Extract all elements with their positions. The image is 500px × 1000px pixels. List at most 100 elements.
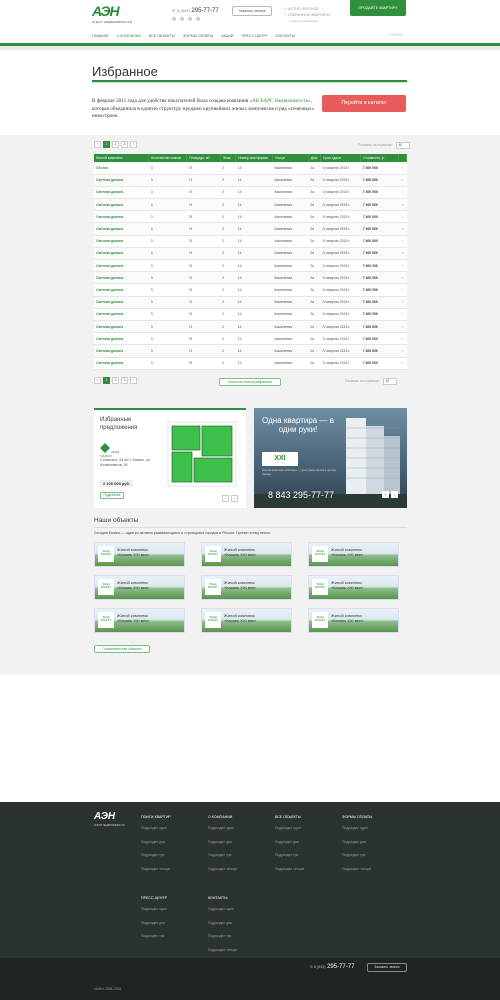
remove-favorite-button[interactable]: × [398, 222, 407, 236]
footer-call-button[interactable]: Заказать звонок [367, 963, 407, 972]
col-rooms[interactable]: Количество комнат [148, 154, 188, 162]
site-logo[interactable]: АЭН АГЕНТ НЕДВИЖИМОСТИ [92, 4, 134, 26]
cell-complex[interactable]: Светлая долина [94, 247, 149, 261]
featured-prev-button[interactable]: ‹ [222, 495, 229, 502]
cell-complex[interactable]: XXI век [94, 162, 149, 175]
remove-favorite-button[interactable]: × [398, 283, 407, 297]
cell-complex[interactable]: Светлая долина [94, 235, 149, 248]
footer-link[interactable]: Подраздел два [141, 921, 167, 935]
nav-item-contacts[interactable]: КОНТАКТЫ [276, 34, 295, 38]
col-house[interactable]: Дом [308, 154, 322, 162]
footer-link[interactable]: Подраздел два [342, 840, 372, 854]
remove-favorite-button[interactable]: × [398, 296, 407, 309]
remove-favorite-button[interactable]: × [398, 174, 407, 187]
pager-page-1[interactable]: 1 [103, 377, 110, 384]
nav-item-promos[interactable]: АКЦИИ [221, 34, 233, 38]
footer-link[interactable]: Подраздел два [208, 840, 237, 854]
clear-favorites-button[interactable]: Очистить список избранных [219, 378, 281, 386]
footer-column-title[interactable]: ПРЕСС-ЦЕНТР [141, 896, 167, 900]
cell-complex[interactable]: Светлая долина [94, 283, 149, 297]
pager-page-1[interactable]: 1 [103, 141, 110, 148]
pager-page-2[interactable]: 2 [112, 141, 119, 148]
footer-link[interactable]: Подраздел один [141, 826, 171, 840]
footer-link[interactable]: Подраздел один [141, 907, 167, 921]
twitter-icon[interactable] [188, 17, 192, 21]
nav-item-about[interactable]: О КОМПАНИИ [116, 34, 140, 38]
footer-link[interactable]: Подраздел один [208, 826, 237, 840]
object-card[interactable]: ЛЕНД МАРКЕТ Жилой комплекс «Казань XXI век… [94, 542, 185, 567]
cell-complex[interactable]: Светлая долина [94, 344, 149, 358]
cell-complex[interactable]: Светлая долина [94, 296, 149, 309]
remove-favorite-button[interactable]: × [398, 332, 407, 346]
object-card[interactable]: ЛЕНД МАРКЕТ Жилой комплекс «Казань XXI век… [201, 575, 292, 600]
col-floor[interactable]: Этаж [220, 154, 237, 162]
remove-favorite-button[interactable]: × [398, 271, 407, 285]
footer-column-title[interactable]: ПОИСК КВАРТИР [141, 815, 171, 819]
footer-link[interactable]: Подраздел три [342, 853, 372, 867]
call-request-button[interactable]: Заказать звонок [232, 6, 272, 16]
remove-favorite-button[interactable]: × [398, 235, 407, 248]
object-card[interactable]: ЛЕНД МАРКЕТ Жилой комплекс «Казань XXI век… [201, 542, 292, 567]
pager-page-2[interactable]: 2 [112, 377, 119, 384]
remove-favorite-button[interactable]: × [398, 186, 407, 200]
nav-item-press[interactable]: ПРЕСС-ЦЕНТР [242, 34, 268, 38]
footer-logo[interactable]: АЭН АГЕНТ НЕДВИЖИМОСТИ [94, 812, 128, 828]
pager-next[interactable]: › [130, 141, 137, 148]
remove-favorite-button[interactable]: × [398, 259, 407, 273]
intro-company-link[interactable]: «АК БАРС Недвижимость» [249, 98, 310, 104]
col-complex[interactable]: Жилой комплекс [94, 154, 150, 162]
footer-link[interactable]: Подраздел три [141, 853, 171, 867]
cell-complex[interactable]: Светлая долина [94, 174, 149, 187]
footer-link[interactable]: Подраздел три [275, 853, 304, 867]
footer-column-title[interactable]: ВСЕ ОБЪЕКТЫ [275, 815, 304, 819]
cell-complex[interactable]: Светлая долина [94, 222, 149, 236]
cell-complex[interactable]: Светлая долина [94, 320, 149, 334]
remove-favorite-button[interactable]: × [398, 357, 407, 370]
footer-link[interactable]: Подраздел четыре [141, 867, 171, 881]
pager-page-3[interactable]: 3 [121, 377, 128, 384]
pager-page-3[interactable]: 3 [121, 141, 128, 148]
cell-complex[interactable]: Светлая долина [94, 308, 149, 321]
remove-favorite-button[interactable]: × [398, 162, 407, 175]
footer-link[interactable]: Подраздел один [208, 907, 237, 921]
pager-prev[interactable]: ‹ [94, 377, 101, 384]
col-price[interactable]: Стоимость, р. [360, 154, 400, 162]
footer-link[interactable]: Подраздел один [342, 826, 372, 840]
featured-next-button[interactable]: › [231, 495, 238, 502]
footer-phone[interactable]: ✆ 8 (843) 295-77-77 [310, 964, 354, 970]
catalog-button[interactable]: Перейти в каталог [322, 95, 406, 112]
col-deadline[interactable]: Срок сдачи [320, 154, 362, 162]
nav-item-payment[interactable]: ФОРМЫ ОПЛАТЫ [183, 34, 213, 38]
vk-icon[interactable] [172, 17, 176, 21]
sell-apartment-button[interactable]: ПРОДАЙТЕ КВАРТИРУ [350, 0, 406, 16]
pager-next[interactable]: › [130, 377, 137, 384]
footer-link[interactable]: Подраздел три [141, 934, 167, 948]
nav-item-objects[interactable]: ВСЕ ОБЪЕКТЫ [149, 34, 175, 38]
footer-link[interactable]: Подраздел два [208, 921, 237, 935]
remove-favorite-button[interactable]: × [398, 247, 407, 261]
object-card[interactable]: ЛЕНД МАРКЕТ Жилой комплекс «Казань XXI век… [94, 575, 185, 600]
footer-link[interactable]: Подраздел три [208, 853, 237, 867]
cell-complex[interactable]: Светлая долина [94, 210, 149, 224]
col-street[interactable]: Улица [272, 154, 309, 162]
col-area[interactable]: Площадь, м2 [186, 154, 221, 162]
remove-favorite-button[interactable]: × [398, 198, 407, 212]
cell-complex[interactable]: Светлая долина [94, 271, 149, 285]
remove-favorite-button[interactable]: × [398, 320, 407, 334]
pager-prev[interactable]: ‹ [94, 141, 101, 148]
footer-column-title[interactable]: О КОМПАНИИ [208, 815, 237, 819]
cell-complex[interactable]: Светлая долина [94, 332, 149, 346]
footer-link[interactable]: Подраздел два [275, 840, 304, 854]
object-card[interactable]: ЛЕНД МАРКЕТ Жилой комплекс «Казань XXI век… [94, 608, 185, 633]
instagram-icon[interactable] [196, 17, 200, 21]
footer-link[interactable]: Подраздел два [141, 840, 171, 854]
nav-search[interactable]: ⌕ ПОИСК [387, 33, 403, 37]
banner-prev-button[interactable]: ‹ [382, 491, 389, 498]
footer-link[interactable]: Подраздел четыре [342, 867, 372, 881]
object-card[interactable]: ЛЕНД МАРКЕТ Жилой комплекс «Казань XXI век… [201, 608, 292, 633]
object-card[interactable]: ЛЕНД МАРКЕТ Жилой комплекс «Казань XXI век… [308, 575, 399, 600]
footer-link[interactable]: Подраздел один [275, 826, 304, 840]
col-platform[interactable]: Номер платформы [235, 154, 274, 162]
show-all-objects-button[interactable]: Посмотреть все объекты [94, 645, 150, 653]
object-card[interactable]: ЛЕНД МАРКЕТ Жилой комплекс «Казань XXI век… [308, 608, 399, 633]
